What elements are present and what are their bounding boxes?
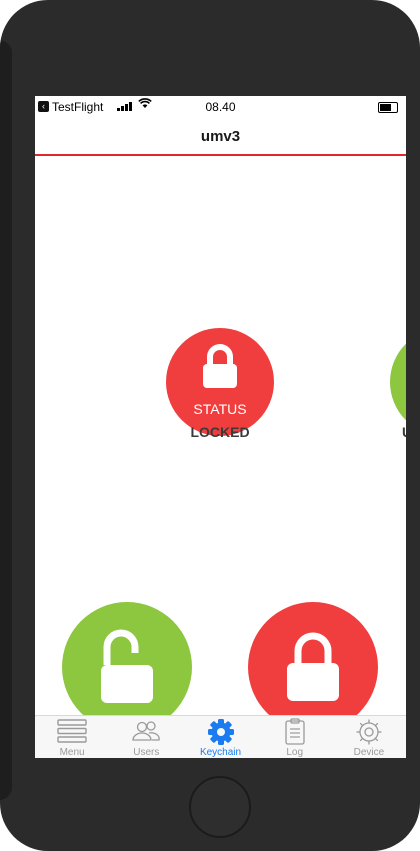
page-title: umv3 [200,128,241,145]
unlocked-padlock-icon [101,629,153,703]
status-label: STATUS [193,401,247,417]
clipboard-icon [285,718,305,745]
users-icon [132,721,161,741]
status-bar: ‹ TestFlight 08.40 [35,96,406,118]
tab-label: Log [286,747,304,758]
tab-users[interactable]: Users [109,716,183,758]
status-bar-time: 08.40 [205,100,236,114]
padlock-icon [287,632,339,701]
gear-icon [207,719,234,745]
lock-status-indicator[interactable]: STATUS [166,328,274,436]
lock-icon [203,344,237,388]
tab-label: Keychain [199,747,242,758]
tab-log[interactable]: Log [258,716,332,758]
next-status-indicator[interactable] [390,328,406,436]
menu-icon [57,719,87,743]
lock-button[interactable] [248,602,378,732]
tab-label: Menu [59,747,85,758]
tab-bar: Menu Users Keychain Log Device [35,715,406,758]
home-button[interactable] [189,776,251,838]
tab-device[interactable]: Device [332,716,406,758]
lock-state-text: LOCKED [190,424,250,440]
tab-label: Device [353,747,385,758]
next-state-text: U [402,424,406,440]
unlock-button[interactable] [62,602,192,732]
battery-icon [378,102,398,113]
tab-menu[interactable]: Menu [35,716,109,758]
tab-label: Users [133,747,160,758]
gear-outline-icon [356,719,382,745]
tab-keychain[interactable]: Keychain [183,716,257,758]
phone-frame: ‹ TestFlight 08.40 umv3 STATUS LOCKED U [0,0,420,851]
phone-frame-edge [0,40,12,800]
app-screen: ‹ TestFlight 08.40 umv3 STATUS LOCKED U [35,96,406,758]
nav-bar: umv3 [35,118,406,156]
